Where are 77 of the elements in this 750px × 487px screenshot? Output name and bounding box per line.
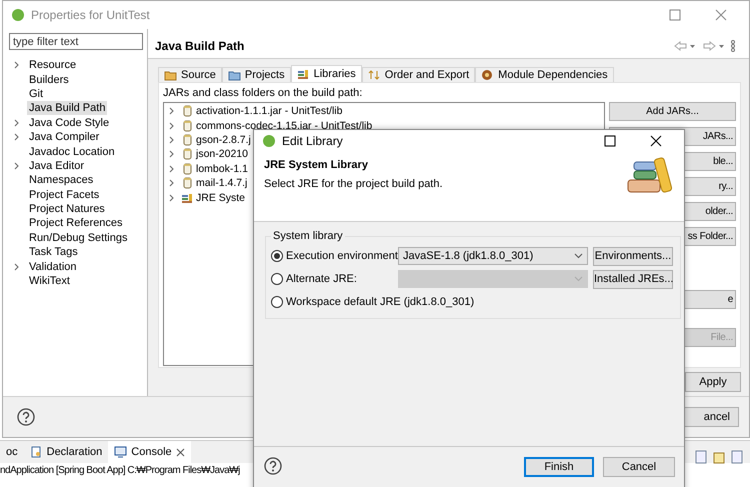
tab[interactable]: Module Dependencies: [475, 67, 614, 82]
tab[interactable]: Projects: [222, 67, 291, 82]
dialog-heading: JRE System Library: [264, 159, 369, 171]
tree-item[interactable]: Git: [27, 86, 46, 101]
tab[interactable]: Source: [158, 67, 222, 82]
tree-item[interactable]: Task Tags: [27, 245, 80, 260]
monitor-icon: [114, 446, 128, 458]
jar-icon: [181, 105, 194, 118]
jar-icon: [181, 134, 194, 146]
option-label: Workspace default JRE (jdk1.8.0_301): [286, 296, 474, 308]
tree-item[interactable]: Namespaces: [27, 173, 96, 188]
tree-item[interactable]: Builders: [27, 72, 71, 87]
view-tab[interactable]: Declaration: [24, 441, 108, 463]
option-label: Execution environment:: [286, 250, 398, 262]
chevron-icon[interactable]: [13, 61, 21, 70]
library-item[interactable]: json-20210: [196, 148, 248, 160]
tree-item[interactable]: Java Code Style: [27, 116, 112, 130]
library-item[interactable]: lombok-1.1: [196, 162, 248, 175]
filter-field[interactable]: type filter text: [9, 33, 143, 50]
side-button[interactable]: Environments...: [593, 246, 673, 266]
library-item[interactable]: mail-1.4.7.j: [196, 177, 248, 190]
help-icon[interactable]: [17, 408, 35, 426]
cancel-button[interactable]: Cancel: [603, 457, 675, 477]
chevron-icon[interactable]: [13, 133, 21, 142]
chevron-icon[interactable]: [13, 118, 21, 127]
dialog-title: Edit Library: [282, 134, 344, 148]
chevron-icon[interactable]: [13, 262, 21, 271]
tree-item[interactable]: Validation: [27, 260, 78, 274]
window-title: Properties for UnitTest: [31, 8, 151, 22]
tree-item[interactable]: Project Natures: [27, 202, 107, 216]
books-icon: [296, 68, 310, 80]
tree-item[interactable]: Run/Debug Settings: [27, 230, 130, 245]
tree-item[interactable]: Java Editor: [27, 158, 86, 173]
books-icon: [181, 192, 194, 204]
document-icon: [30, 446, 43, 458]
tree-item[interactable]: Java Build Path: [27, 101, 108, 116]
list-caption: JARs and class folders on the build path:: [163, 87, 364, 99]
jre-dropdown[interactable]: JavaSE-1.8 (jdk1.8.0_301): [398, 247, 588, 265]
library-item[interactable]: commons-codec-1.15.jar - UnitTest/lib: [196, 120, 372, 132]
leaf-icon: [11, 8, 25, 22]
dialog-description: Select JRE for the project build path.: [264, 178, 444, 190]
caret-icon[interactable]: [574, 253, 583, 259]
group-label: System library: [272, 230, 344, 242]
module-icon: [481, 69, 494, 81]
page-title: Java Build Path: [155, 38, 246, 52]
jar-icon: [181, 148, 194, 160]
tab[interactable]: Order and Export: [362, 67, 476, 82]
library-item[interactable]: gson-2.8.7.j: [196, 134, 251, 146]
finish-button[interactable]: Finish: [524, 457, 594, 477]
tab[interactable]: Libraries: [290, 65, 362, 82]
tree-item[interactable]: Project Facets: [27, 188, 102, 202]
jar-icon: [181, 120, 194, 132]
radio-button[interactable]: [271, 296, 283, 308]
radio-button[interactable]: [271, 250, 283, 262]
maximize-icon[interactable]: [604, 135, 616, 147]
close-icon[interactable]: [650, 135, 662, 147]
option-label: Alternate JRE:: [286, 273, 358, 285]
view-tab[interactable]: oc: [0, 441, 24, 463]
console-line: ndApplication [Spring Boot App] C:₩Program Files₩Java₩j: [0, 464, 240, 478]
side-button[interactable]: Add JARs...: [609, 102, 736, 121]
library-item[interactable]: activation-1.1.1.jar - UnitTest/lib: [196, 105, 342, 118]
library-item[interactable]: JRE Syste: [196, 192, 246, 204]
tree-item[interactable]: Javadoc Location: [27, 144, 117, 159]
navigation-icon[interactable]: [673, 38, 737, 52]
leaf-icon: [262, 134, 276, 148]
tree-item[interactable]: Project References: [27, 216, 125, 230]
tree-item[interactable]: WikiText: [27, 274, 72, 288]
tree-item[interactable]: Java Compiler: [27, 130, 102, 144]
arrows-icon: [368, 69, 381, 81]
apply-button[interactable]: Apply: [685, 372, 741, 392]
chevron-icon[interactable]: [13, 162, 21, 170]
view-tab[interactable]: Console: [108, 441, 191, 463]
jar-icon: [181, 177, 194, 190]
help-icon[interactable]: [264, 457, 282, 475]
tree-item[interactable]: Resource: [27, 58, 78, 72]
jar-icon: [181, 162, 194, 175]
close-icon[interactable]: [176, 448, 185, 456]
